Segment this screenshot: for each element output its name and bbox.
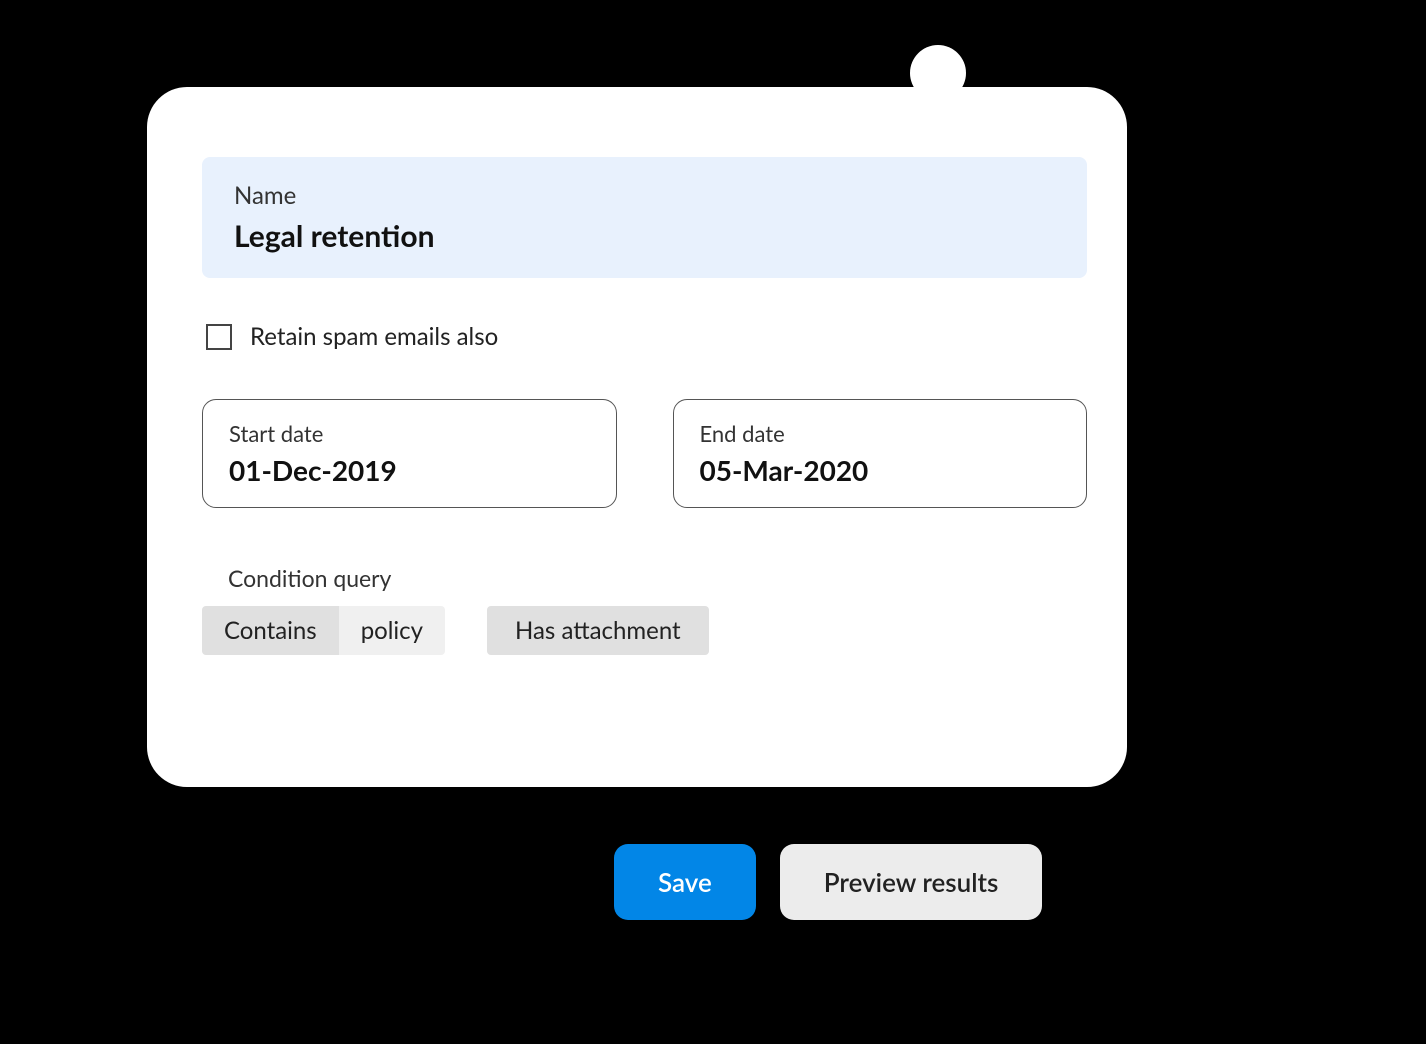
start-date-value: 01-Dec-2019 <box>229 453 590 487</box>
name-field-section[interactable]: Name Legal retention <box>202 157 1087 278</box>
condition-chips-row: Contains policy Has attachment <box>202 606 1087 655</box>
condition-chip-contains[interactable]: Contains policy <box>202 606 445 655</box>
name-value: Legal retention <box>234 218 1055 254</box>
retain-spam-label: Retain spam emails also <box>250 322 498 351</box>
name-label: Name <box>234 181 1055 210</box>
action-buttons-row: Save Preview results <box>614 844 1042 920</box>
condition-operator: Contains <box>202 606 339 655</box>
end-date-field[interactable]: End date 05-Mar-2020 <box>673 399 1088 508</box>
retention-form-card: Name Legal retention Retain spam emails … <box>147 87 1127 787</box>
end-date-value: 05-Mar-2020 <box>700 453 1061 487</box>
start-date-label: Start date <box>229 420 590 447</box>
date-range-row: Start date 01-Dec-2019 End date 05-Mar-2… <box>202 399 1087 508</box>
condition-query-label: Condition query <box>228 564 1087 592</box>
retain-spam-row: Retain spam emails also <box>202 322 1087 351</box>
start-date-field[interactable]: Start date 01-Dec-2019 <box>202 399 617 508</box>
condition-query-section: Condition query Contains policy Has atta… <box>202 564 1087 655</box>
preview-results-button[interactable]: Preview results <box>780 844 1043 920</box>
condition-value: policy <box>339 606 445 655</box>
condition-chip-attachment[interactable]: Has attachment <box>487 606 709 655</box>
end-date-label: End date <box>700 420 1061 447</box>
save-button[interactable]: Save <box>614 844 756 920</box>
retain-spam-checkbox[interactable] <box>206 324 232 350</box>
